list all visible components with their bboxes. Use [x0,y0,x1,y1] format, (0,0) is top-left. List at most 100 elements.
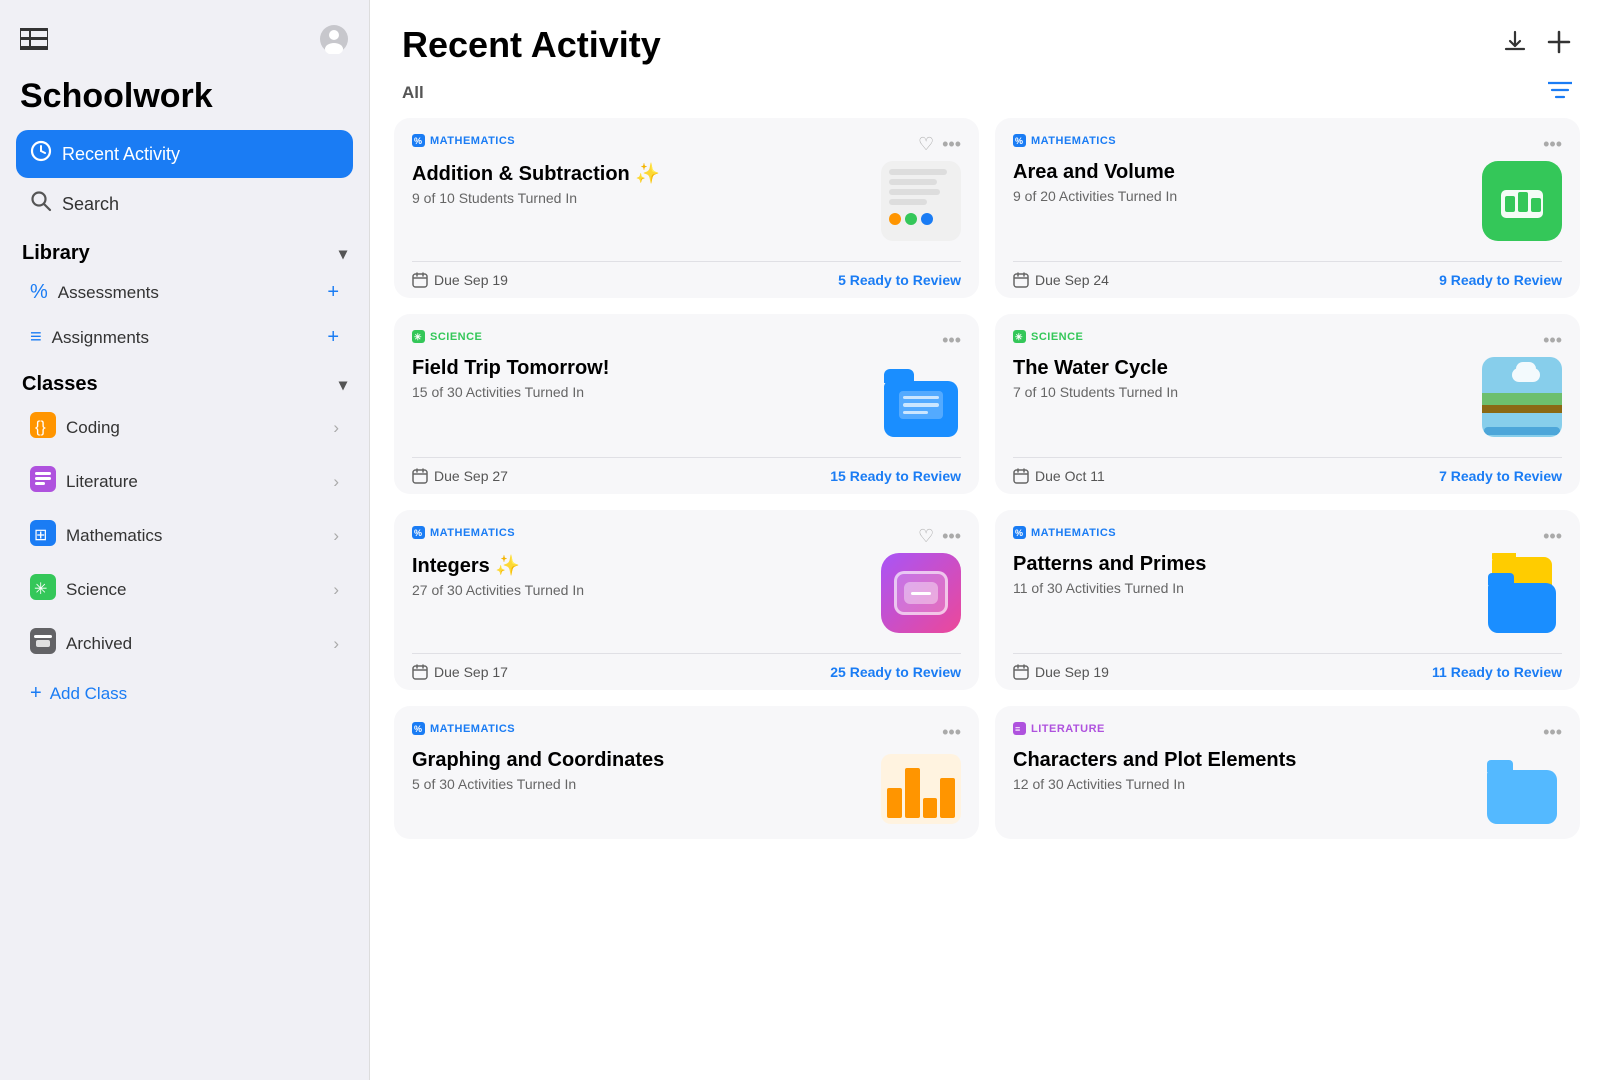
more-button-4[interactable]: ••• [1543,330,1562,351]
subject-science-2: ✳ SCIENCE [1013,330,1083,343]
class-item-mathematics[interactable]: ⊞ Mathematics › [16,510,353,562]
profile-button[interactable] [315,20,353,61]
favorite-button-5[interactable]: ♡ [918,526,934,547]
clock-icon [30,140,52,168]
card-subtitle-8: 12 of 30 Activities Turned In [1013,776,1472,792]
classes-section-header[interactable]: Classes ▾ [16,361,353,402]
more-button-1[interactable]: ••• [942,134,961,155]
svg-text:%: % [414,528,423,538]
class-item-archived[interactable]: Archived › [16,618,353,670]
subject-literature-1: ≡ LITERATURE [1013,722,1105,735]
mathematics-chevron-icon: › [333,526,339,546]
card-title-1: Addition & Subtraction ✨ [412,161,871,186]
card-title-8: Characters and Plot Elements [1013,749,1472,772]
more-button-2[interactable]: ••• [1543,134,1562,155]
more-button-6[interactable]: ••• [1543,526,1562,547]
class-item-coding[interactable]: {} Coding › [16,402,353,454]
card-thumb-3 [881,357,961,437]
card-field-trip[interactable]: ✳ SCIENCE ••• Field Trip Tomorrow! 15 of… [394,314,979,494]
add-class-button[interactable]: + Add Class [16,672,353,715]
filter-all-label: All [402,83,424,103]
literature-label: Literature [66,472,138,492]
toggle-sidebar-button[interactable] [16,24,52,57]
card-subtitle-1: 9 of 10 Students Turned In [412,190,871,206]
assessments-icon: % [30,281,48,304]
header-actions [1502,29,1572,62]
subject-science-1: ✳ SCIENCE [412,330,482,343]
card-title-7: Graphing and Coordinates [412,749,871,772]
add-button[interactable] [1546,29,1572,62]
svg-text:✳: ✳ [1015,332,1023,342]
library-section-header[interactable]: Library ▾ [16,230,353,271]
card-addition-subtraction[interactable]: % MATHEMATICS ♡ ••• Addition & Subtracti… [394,118,979,298]
subject-math-3: % MATHEMATICS [412,526,515,539]
svg-text:⊞: ⊞ [34,527,47,544]
svg-text:%: % [1015,528,1024,538]
card-thumb-7 [881,749,961,829]
mathematics-label: Mathematics [66,526,162,546]
main-content: Recent Activity All [370,0,1604,1080]
more-button-7[interactable]: ••• [942,722,961,743]
more-button-8[interactable]: ••• [1543,722,1562,743]
card-integers[interactable]: % MATHEMATICS ♡ ••• Integers ✨ 27 of 30 … [394,510,979,690]
card-water-cycle[interactable]: ✳ SCIENCE ••• The Water Cycle 7 of 10 St… [995,314,1580,494]
card-review-4: 7 Ready to Review [1439,468,1562,484]
mathematics-icon: ⊞ [30,520,56,552]
library-label: Library [22,242,90,265]
card-subtitle-6: 11 of 30 Activities Turned In [1013,580,1472,596]
svg-text:✳: ✳ [34,581,47,598]
more-button-3[interactable]: ••• [942,330,961,351]
filter-button[interactable] [1548,80,1572,106]
library-item-assignments[interactable]: ≡ Assignments + [16,316,353,359]
assessments-label: Assessments [58,283,159,303]
card-title-4: The Water Cycle [1013,357,1472,380]
classes-chevron-icon: ▾ [339,375,347,395]
card-review-1: 5 Ready to Review [838,272,961,288]
science-chevron-icon: › [333,580,339,600]
card-title-3: Field Trip Tomorrow! [412,357,871,380]
card-graphing-coordinates[interactable]: % MATHEMATICS ••• Graphing and Coordinat… [394,706,979,839]
card-title-2: Area and Volume [1013,161,1472,184]
science-icon: ✳ [30,574,56,606]
coding-label: Coding [66,418,120,438]
sidebar: Schoolwork Recent Activity Search Librar… [0,0,370,1080]
more-button-5[interactable]: ••• [942,526,961,547]
card-area-volume[interactable]: % MATHEMATICS ••• Area and Volume 9 of 2… [995,118,1580,298]
nav-item-search[interactable]: Search [16,180,353,228]
class-item-science[interactable]: ✳ Science › [16,564,353,616]
card-due-5: Due Sep 17 [412,664,508,680]
download-button[interactable] [1502,29,1528,62]
add-assessment-button[interactable]: + [327,281,339,304]
add-assignment-button[interactable]: + [327,326,339,349]
archived-icon [30,628,56,660]
subject-math-2: % MATHEMATICS [1013,134,1116,147]
card-patterns-primes[interactable]: % MATHEMATICS ••• Patterns and Primes 11… [995,510,1580,690]
nav-item-recent-activity[interactable]: Recent Activity [16,130,353,178]
svg-text:%: % [414,136,423,146]
cards-grid: % MATHEMATICS ♡ ••• Addition & Subtracti… [394,118,1580,839]
archived-chevron-icon: › [333,634,339,654]
card-subtitle-2: 9 of 20 Activities Turned In [1013,188,1472,204]
archived-label: Archived [66,634,132,654]
library-item-assessments[interactable]: % Assessments + [16,271,353,314]
add-class-plus-icon: + [30,682,42,705]
favorite-button-1[interactable]: ♡ [918,134,934,155]
card-subtitle-7: 5 of 30 Activities Turned In [412,776,871,792]
coding-icon: {} [30,412,56,444]
card-review-6: 11 Ready to Review [1432,664,1562,680]
card-review-5: 25 Ready to Review [830,664,961,680]
svg-text:{}: {} [35,419,46,436]
svg-text:%: % [1015,136,1024,146]
card-characters-plot[interactable]: ≡ LITERATURE ••• Characters and Plot Ele… [995,706,1580,839]
svg-text:≡: ≡ [1015,724,1021,734]
class-item-literature[interactable]: Literature › [16,456,353,508]
card-review-2: 9 Ready to Review [1439,272,1562,288]
main-header: Recent Activity [370,0,1604,76]
science-label: Science [66,580,126,600]
card-subtitle-3: 15 of 30 Activities Turned In [412,384,871,400]
card-thumb-6 [1482,553,1562,633]
search-label: Search [62,194,119,215]
card-due-3: Due Sep 27 [412,468,508,484]
card-thumb-5 [881,553,961,633]
classes-label: Classes [22,373,98,396]
